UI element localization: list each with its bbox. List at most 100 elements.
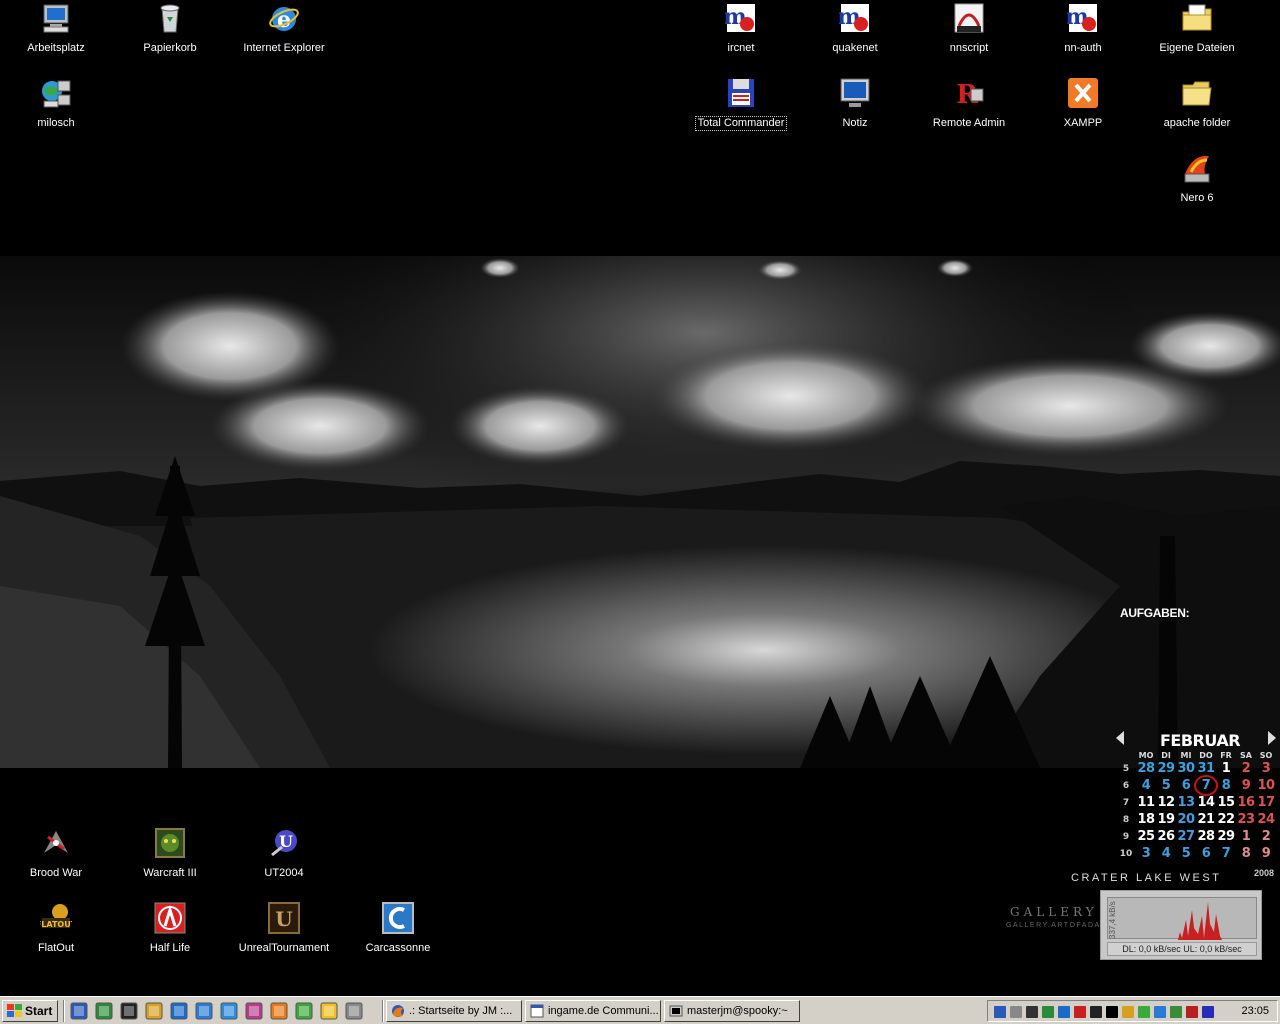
calendar-day[interactable]: 6	[1176, 777, 1196, 794]
calendar-day[interactable]: 26	[1156, 828, 1176, 845]
start-button[interactable]: Start	[2, 1000, 58, 1022]
calendar-day[interactable]: 4	[1156, 845, 1176, 862]
desktop-icon-milosch[interactable]: milosch	[6, 77, 106, 131]
quick-launch-ie-icon[interactable]	[220, 1002, 238, 1020]
desktop-icon-half-life[interactable]: Half Life	[120, 902, 220, 956]
desktop-icon-flatout[interactable]: FLATOUT FlatOut	[6, 902, 106, 956]
tray-chat-icon[interactable]	[1152, 1004, 1168, 1020]
clock[interactable]: 23:05	[1241, 1001, 1269, 1021]
desktop-icon-ut2004[interactable]: U UT2004	[234, 827, 334, 881]
quick-launch-network-icon[interactable]	[345, 1002, 363, 1020]
quick-launch-excel-icon[interactable]	[95, 1002, 113, 1020]
taskbar-task-ingame[interactable]: ingame.de Communi...	[525, 1000, 661, 1022]
calendar-day[interactable]: 21	[1196, 811, 1216, 828]
calendar-day[interactable]: 29	[1216, 828, 1236, 845]
calendar-day[interactable]: 19	[1156, 811, 1176, 828]
tray-lan-icon[interactable]	[1168, 1004, 1184, 1020]
net-meter-widget[interactable]: 337,4 kB/s DL: 0,0 kB/sec UL: 0,0 kB/sec	[1100, 890, 1262, 960]
calendar-day[interactable]: 17	[1256, 794, 1276, 811]
tray-printer-icon[interactable]	[1024, 1004, 1040, 1020]
desktop-icon-nn-auth[interactable]: m nn-auth	[1033, 2, 1133, 56]
desktop-icon-carcassonne[interactable]: Carcassonne	[348, 902, 448, 956]
calendar-day[interactable]: 28	[1196, 828, 1216, 845]
desktop-icon-papierkorb[interactable]: Papierkorb	[120, 2, 220, 56]
calendar-day[interactable]: 18	[1136, 811, 1156, 828]
quick-launch-winamp-icon[interactable]	[145, 1002, 163, 1020]
quick-launch-outlook-icon[interactable]	[170, 1002, 188, 1020]
desktop-icon-xampp[interactable]: XAMPP	[1033, 77, 1133, 131]
calendar-day[interactable]: 10	[1256, 777, 1276, 794]
tray-volume-icon[interactable]	[1008, 1004, 1024, 1020]
tray-shield-icon[interactable]	[1040, 1004, 1056, 1020]
tray-arrow-icon[interactable]	[1072, 1004, 1088, 1020]
tray-k-icon[interactable]	[1088, 1004, 1104, 1020]
calendar-day[interactable]: 25	[1136, 828, 1156, 845]
calendar-day[interactable]: 20	[1176, 811, 1196, 828]
calendar-day[interactable]: 1	[1216, 760, 1236, 777]
calendar-day[interactable]: 2	[1236, 760, 1256, 777]
desktop-icon-unrealtournament[interactable]: U UnrealTournament	[234, 902, 334, 956]
calendar-day[interactable]: 29	[1156, 760, 1176, 777]
calendar-day[interactable]: 7	[1216, 845, 1236, 862]
calendar-day[interactable]: 31	[1196, 760, 1216, 777]
desktop-icon-nero-6[interactable]: Nero 6	[1147, 152, 1247, 206]
quick-launch-clover-icon[interactable]	[295, 1002, 313, 1020]
calendar-day[interactable]: 3	[1136, 845, 1156, 862]
calendar-day[interactable]: 28	[1136, 760, 1156, 777]
calendar-day[interactable]: 14	[1196, 794, 1216, 811]
desktop-icon-total-commander[interactable]: Total Commander	[691, 77, 791, 131]
calendar-day[interactable]: 9	[1256, 845, 1276, 862]
desktop-icon-internet-explorer[interactable]: e Internet Explorer	[234, 2, 334, 56]
calendar-day[interactable]: 7	[1194, 775, 1218, 796]
tray-messenger-icon[interactable]	[1136, 1004, 1152, 1020]
calendar-day[interactable]: 8	[1236, 845, 1256, 862]
calendar-day[interactable]: 12	[1156, 794, 1176, 811]
quick-launch-winrar-icon[interactable]	[245, 1002, 263, 1020]
desktop-icon-warcraft-iii[interactable]: Warcraft III	[120, 827, 220, 881]
calendar-day[interactable]: 24	[1256, 811, 1276, 828]
calendar-next-arrow-icon[interactable]	[1268, 731, 1276, 745]
tray-network-icon[interactable]	[992, 1004, 1008, 1020]
calendar-day[interactable]: 6	[1196, 845, 1216, 862]
desktop-icon-quakenet[interactable]: m quakenet	[805, 2, 905, 56]
calendar-day[interactable]: 23	[1236, 811, 1256, 828]
calendar-day[interactable]: 22	[1216, 811, 1236, 828]
calendar-day[interactable]: 27	[1176, 828, 1196, 845]
desktop-icon-ircnet[interactable]: m ircnet	[691, 2, 791, 56]
calendar-day[interactable]: 1	[1236, 828, 1256, 845]
calendar-day[interactable]: 8	[1216, 777, 1236, 794]
calendar-day[interactable]: 15	[1216, 794, 1236, 811]
calendar-day[interactable]: 2	[1256, 828, 1276, 845]
desktop-icon-arbeitsplatz[interactable]: Arbeitsplatz	[6, 2, 106, 56]
tray-monitor-icon[interactable]	[1056, 1004, 1072, 1020]
desktop-icon-remote-admin[interactable]: R Remote Admin	[919, 77, 1019, 131]
calendar-day[interactable]: 13	[1176, 794, 1196, 811]
calendar-day[interactable]: 5	[1156, 777, 1176, 794]
tray-media-icon[interactable]	[1200, 1004, 1216, 1020]
tray-seven-icon[interactable]	[1104, 1004, 1120, 1020]
tray-winamp-icon[interactable]	[1120, 1004, 1136, 1020]
desktop-icon-notiz[interactable]: Notiz	[805, 77, 905, 131]
calendar-day[interactable]: 11	[1136, 794, 1156, 811]
calendar-day[interactable]: 30	[1176, 760, 1196, 777]
quick-launch-messenger-icon[interactable]	[195, 1002, 213, 1020]
desktop-icon-brood-war[interactable]: Brood War	[6, 827, 106, 881]
calendar-day[interactable]: 3	[1256, 760, 1276, 777]
calendar-day[interactable]: 4	[1136, 777, 1156, 794]
quick-launch-cmd-icon[interactable]	[120, 1002, 138, 1020]
tray-disk-icon[interactable]	[1184, 1004, 1200, 1020]
calendar-day[interactable]: 5	[1176, 845, 1196, 862]
desktop-icon-apache-folder[interactable]: apache folder	[1147, 77, 1247, 131]
calendar-day[interactable]: 9	[1236, 777, 1256, 794]
desktop-icon-eigene-dateien[interactable]: Eigene Dateien	[1147, 2, 1247, 56]
taskbar-task-terminal[interactable]: masterjm@spooky:~	[664, 1000, 800, 1022]
calendar-prev-arrow-icon[interactable]	[1116, 731, 1124, 745]
quick-launch-word-icon[interactable]	[70, 1002, 88, 1020]
quick-launch-paint-icon[interactable]	[320, 1002, 338, 1020]
calendar-day[interactable]: 16	[1236, 794, 1256, 811]
start-label: Start	[25, 1004, 53, 1018]
calendar-grid: MO DI MI DO FR SA SO 5 28 29 30 31 1 2 3 6 4 5 6 7 8 9 10 7 11 12…	[1116, 750, 1276, 862]
taskbar-task-firefox[interactable]: .: Startseite by JM :...	[386, 1000, 522, 1022]
quick-launch-firefox-icon[interactable]	[270, 1002, 288, 1020]
desktop-icon-nnscript[interactable]: nnscript	[919, 2, 1019, 56]
